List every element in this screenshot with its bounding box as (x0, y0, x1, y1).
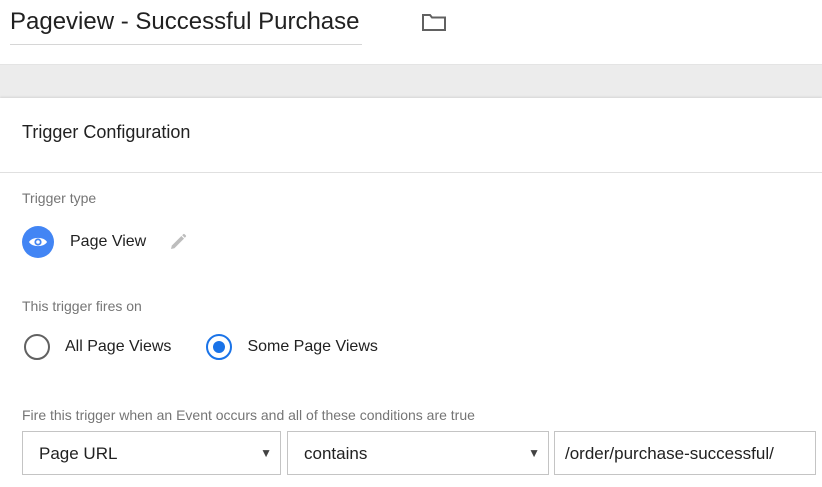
fires-on-label: This trigger fires on (22, 298, 142, 314)
card-title: Trigger Configuration (22, 122, 191, 142)
header: Pageview - Successful Purchase (0, 0, 822, 64)
toolbar-band (0, 64, 822, 99)
eye-icon (22, 226, 54, 258)
radio-label: All Page Views (65, 338, 172, 355)
radio-some-page-views[interactable]: Some Page Views (206, 334, 378, 360)
variable-select[interactable]: Page URL ▼ (22, 431, 281, 475)
trigger-type-label: Trigger type (22, 190, 97, 206)
trigger-configuration-card: Trigger Configuration Trigger type Page … (0, 98, 822, 487)
radio-button-checked[interactable] (206, 334, 233, 360)
radio-label: Some Page Views (247, 338, 378, 355)
fires-on-radio-group: All Page Views Some Page Views (24, 334, 378, 360)
pencil-icon[interactable] (168, 232, 188, 252)
condition-value-input[interactable]: /order/purchase-successful/ (554, 431, 816, 475)
page-title[interactable]: Pageview - Successful Purchase (10, 8, 360, 35)
condition-label: Fire this trigger when an Event occurs a… (22, 407, 475, 423)
operator-select[interactable]: contains ▼ (287, 431, 549, 475)
radio-button-unchecked[interactable] (24, 334, 50, 360)
trigger-type-row[interactable]: Page View (22, 225, 188, 259)
dropdown-arrow-icon: ▼ (260, 446, 272, 460)
folder-icon[interactable] (420, 10, 448, 34)
condition-value-text: /order/purchase-successful/ (565, 444, 774, 463)
dropdown-arrow-icon: ▼ (528, 446, 540, 460)
divider (0, 172, 822, 173)
operator-select-value: contains (304, 444, 368, 463)
trigger-type-name: Page View (70, 233, 147, 250)
variable-select-value: Page URL (39, 444, 118, 463)
trigger-name-field[interactable]: Pageview - Successful Purchase (10, 6, 362, 45)
radio-all-page-views[interactable]: All Page Views (24, 334, 171, 360)
